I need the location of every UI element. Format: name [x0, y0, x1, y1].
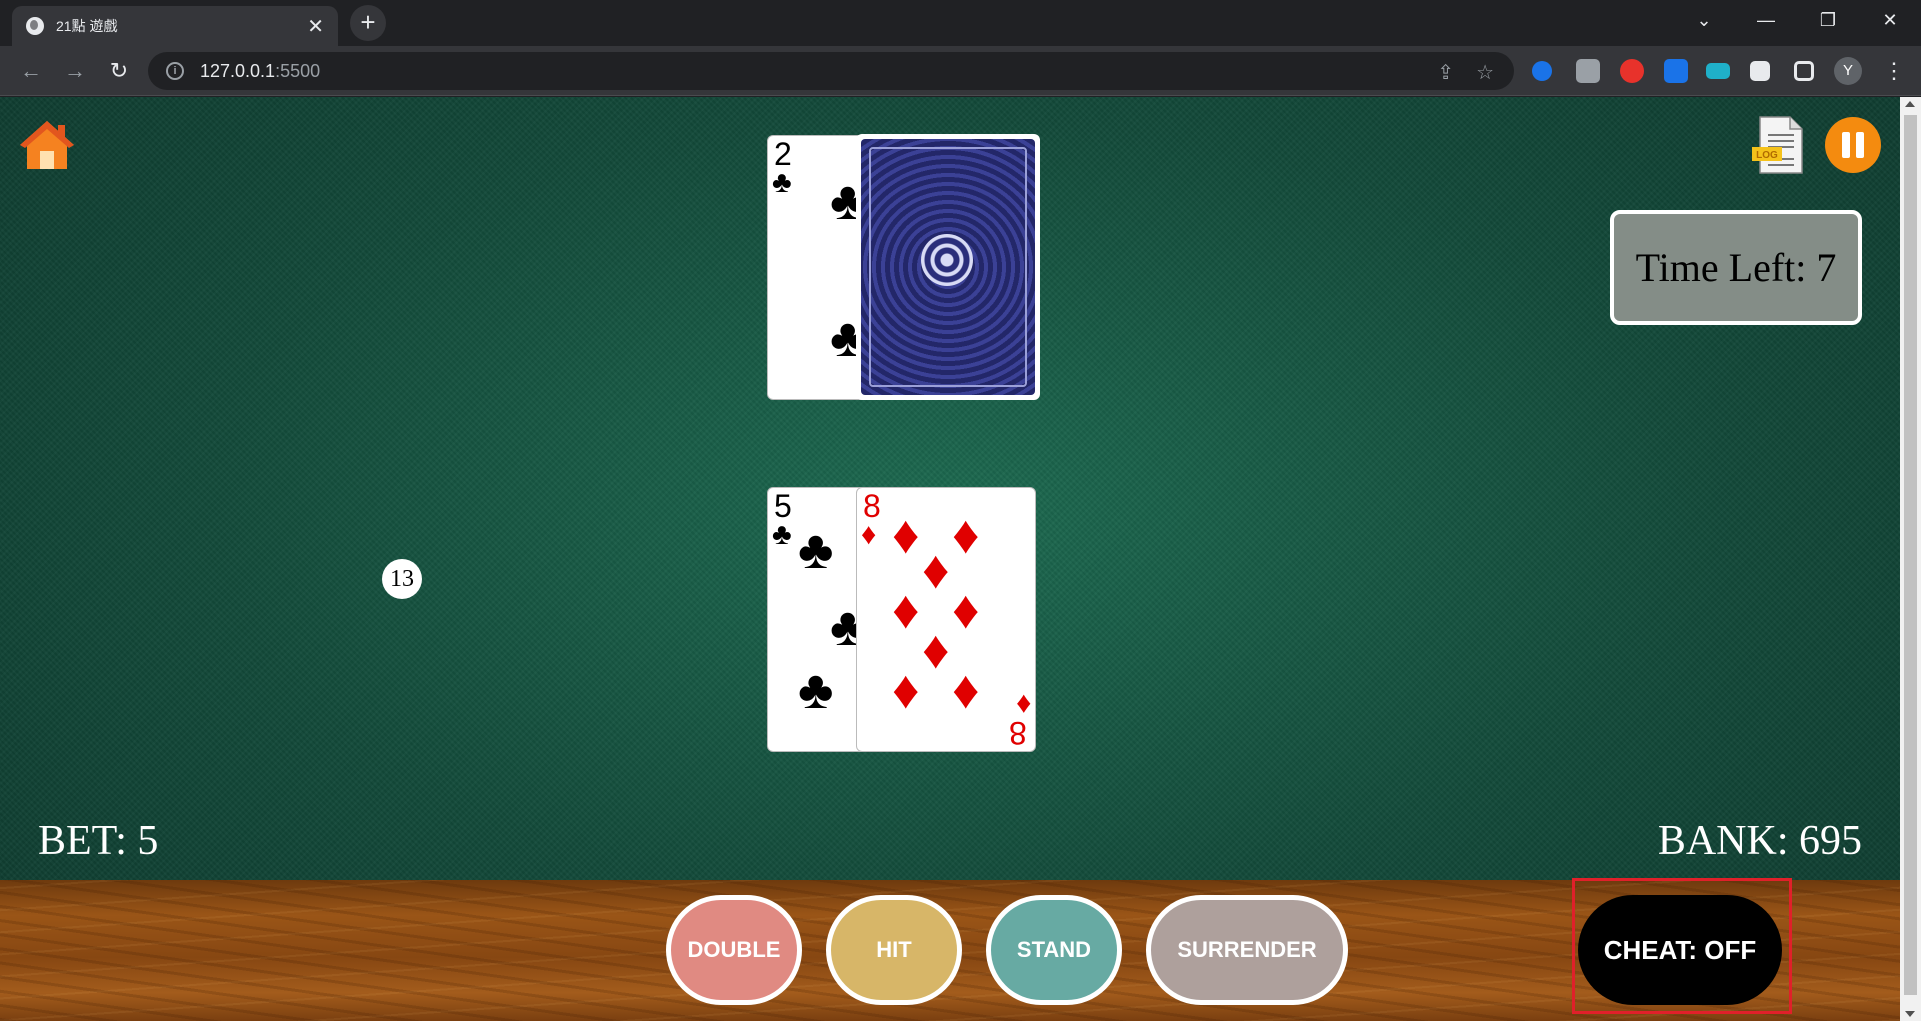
- url-port: :5500: [275, 60, 321, 81]
- scrollbar-thumb[interactable]: [1904, 115, 1917, 995]
- tab-search-icon[interactable]: ⌄: [1673, 0, 1735, 40]
- diamond-pip-icon: ♦: [952, 505, 980, 565]
- diamond-pip-icon: ♦: [952, 580, 980, 640]
- club-pip-icon: ♣: [798, 660, 834, 720]
- extension-gem-icon[interactable]: [1532, 61, 1552, 81]
- forward-icon[interactable]: →: [58, 54, 92, 88]
- browser-toolbar: ← → ↻ i 127.0.0.1:5500 ⇪ ☆ Y ⋮: [0, 46, 1921, 96]
- diamond-pip-icon: ♦: [892, 505, 920, 565]
- extension-filter-icon[interactable]: [1706, 63, 1730, 79]
- diamond-pip-icon: ♦: [922, 620, 950, 680]
- dealer-card-2-facedown: [856, 134, 1040, 400]
- new-tab-button[interactable]: +: [350, 5, 386, 41]
- diamond-pip-icon: ♦: [952, 660, 980, 720]
- globe-icon: [26, 17, 44, 35]
- window-controls: ⌄ — ❐ ✕: [1673, 0, 1921, 40]
- extension-chat-icon[interactable]: [1576, 59, 1600, 83]
- diamond-pip-icon: ♦: [892, 580, 920, 640]
- close-window-button[interactable]: ✕: [1859, 0, 1921, 40]
- browser-tabbar: 21點 遊戲 ✕ + ⌄ — ❐ ✕: [0, 0, 1921, 46]
- pause-button[interactable]: [1825, 117, 1881, 173]
- site-info-icon[interactable]: i: [166, 62, 184, 80]
- club-pip-icon: ♣: [798, 520, 834, 580]
- scroll-down-arrow-icon[interactable]: [1905, 1011, 1915, 1017]
- side-panel-icon[interactable]: [1794, 61, 1814, 81]
- card-suit-bottom-icon: ♦: [1015, 688, 1031, 721]
- bank-display: BANK: 695: [1657, 818, 1862, 864]
- cheat-toggle-button[interactable]: CHEAT: OFF: [1578, 895, 1782, 1005]
- menu-kebab-icon[interactable]: ⋮: [1877, 54, 1911, 88]
- log-icon[interactable]: LOG: [1750, 115, 1806, 175]
- share-icon[interactable]: ⇪: [1437, 60, 1454, 85]
- extension-red-icon[interactable]: [1620, 59, 1644, 83]
- extensions-puzzle-icon[interactable]: [1750, 61, 1770, 81]
- address-bar[interactable]: i 127.0.0.1:5500 ⇪ ☆: [148, 52, 1514, 90]
- log-icon-label: LOG: [1756, 150, 1778, 161]
- back-icon[interactable]: ←: [14, 54, 48, 88]
- diamond-pip-icon: ♦: [922, 540, 950, 600]
- card-suit-club-icon: ♣: [772, 518, 792, 551]
- diamond-pip-icon: ♦: [892, 660, 920, 720]
- card-suit-diamond-icon: ♦: [861, 518, 877, 551]
- surrender-button[interactable]: SURRENDER: [1146, 895, 1348, 1005]
- home-icon[interactable]: [18, 119, 76, 171]
- double-button[interactable]: DOUBLE: [666, 895, 802, 1005]
- tab-close-icon[interactable]: ✕: [307, 14, 324, 39]
- extension-blue-icon[interactable]: [1664, 59, 1688, 83]
- tab-title: 21點 遊戲: [56, 18, 118, 34]
- hit-button[interactable]: HIT: [826, 895, 962, 1005]
- card-back-pattern: [861, 139, 1035, 395]
- restore-button[interactable]: ❐: [1797, 0, 1859, 40]
- bet-display: BET: 5: [38, 818, 159, 864]
- url-host: 127.0.0.1: [200, 60, 276, 81]
- player-card-2: 8 ♦ ♦ ♦ ♦ ♦ ♦ ♦ ♦ ♦ 8 ♦: [856, 487, 1036, 752]
- browser-tab[interactable]: 21點 遊戲 ✕: [12, 6, 338, 46]
- time-left-display: Time Left: 7: [1610, 210, 1862, 325]
- player-score-badge: 13: [382, 559, 422, 599]
- page-scrollbar[interactable]: [1900, 97, 1921, 1021]
- scroll-up-arrow-icon[interactable]: [1905, 101, 1915, 107]
- profile-avatar[interactable]: Y: [1834, 57, 1862, 85]
- reload-icon[interactable]: ↻: [102, 54, 136, 88]
- card-suit-club-icon: ♣: [772, 166, 792, 199]
- stand-button[interactable]: STAND: [986, 895, 1122, 1005]
- bookmark-star-icon[interactable]: ☆: [1476, 60, 1494, 85]
- minimize-button[interactable]: —: [1735, 0, 1797, 40]
